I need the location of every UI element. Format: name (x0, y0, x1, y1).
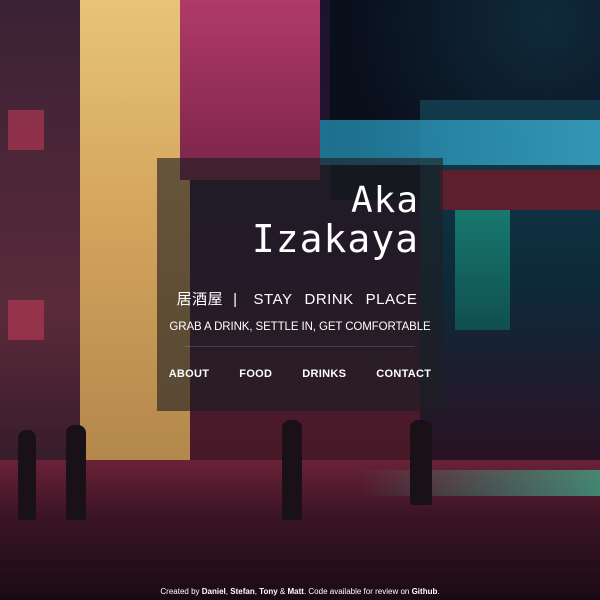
brand-line-1: Aka (350, 180, 419, 221)
tagline-word-drink: DRINK (304, 291, 354, 308)
light-streak (360, 470, 600, 496)
github-link[interactable]: Github (412, 587, 438, 596)
neon-sign (8, 110, 44, 150)
subheading: GRAB A DRINK, SETTLE IN, GET COMFORTABLE (169, 321, 431, 333)
footer-suffix: . Code available for review on (303, 587, 410, 596)
footer-comma: , (254, 587, 257, 596)
pedestrian (18, 430, 36, 520)
footer-comma: , (225, 587, 229, 596)
nav-contact[interactable]: CONTACT (376, 368, 431, 380)
pedestrian (66, 425, 86, 520)
neon-sign (8, 300, 44, 340)
tagline-word-stay: STAY (253, 291, 293, 308)
tagline: 居酒屋 | STAY DRINK PLACE (157, 288, 443, 309)
nav-drinks[interactable]: DRINKS (302, 368, 346, 380)
pedestrian (282, 420, 302, 520)
shop-sign-red (440, 170, 600, 210)
hero-panel: Aka Izakaya 居酒屋 | STAY DRINK PLACE GRAB A DR… (157, 158, 443, 411)
footer-amp: & (279, 587, 286, 596)
nav-about[interactable]: ABOUT (169, 368, 210, 380)
author-tony: Tony (259, 587, 278, 596)
brand-logo: Aka Izakaya (252, 182, 419, 260)
footer-end: . (437, 587, 440, 596)
nav-food[interactable]: FOOD (239, 368, 272, 380)
neon-sign-green (455, 210, 510, 330)
brand-line-2: Izakaya (251, 216, 419, 261)
tagline-japanese: 居酒屋 (176, 291, 224, 308)
footer-prefix: Created by (160, 587, 200, 596)
pedestrian (410, 420, 432, 505)
building-sign-massage (180, 0, 320, 180)
tagline-separator: | (233, 291, 238, 308)
main-nav: ABOUT FOOD DRINKS CONTACT (157, 368, 443, 380)
author-stefan: Stefan (230, 587, 255, 596)
tagline-word-place: PLACE (365, 291, 418, 308)
footer-credits: Created by Daniel, Stefan, Tony & Matt. … (0, 587, 600, 596)
divider (185, 346, 415, 347)
author-matt: Matt (287, 587, 304, 596)
author-daniel: Daniel (201, 587, 226, 596)
